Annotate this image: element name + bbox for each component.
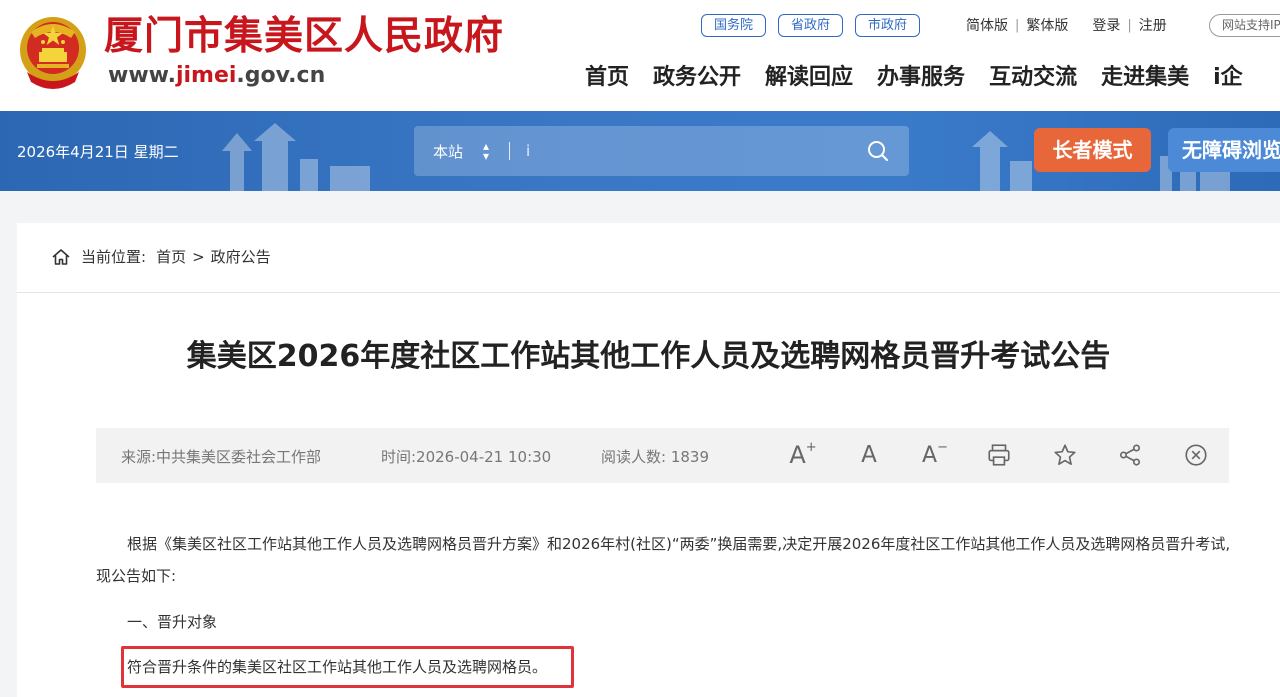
article-time: 时间:2026-04-21 10:30	[381, 448, 552, 466]
breadcrumb: 当前位置: 首页 > 政府公告	[51, 246, 271, 267]
highlighted-text: 符合晋升条件的集美区社区工作站其他工作人员及选聘网格员。	[127, 658, 548, 676]
search-scope-select[interactable]: 本站	[433, 141, 463, 162]
section-heading: 一、晋升对象	[127, 613, 218, 631]
font-shrink-icon[interactable]: A −	[922, 440, 948, 468]
ipv6-badge: 网站支持IPv6	[1209, 14, 1280, 37]
nav-interpretation[interactable]: 解读回应	[765, 62, 853, 94]
article-paragraph: 根据《集美区社区工作站其他工作人员及选聘网格员晋升方案》和2026年村(社区)“…	[96, 535, 1231, 585]
article-meta-bar: 来源:中共集美区委社会工作部 时间:2026-04-21 10:30 阅读人数:…	[96, 428, 1229, 483]
updown-arrow-icon[interactable]: ▴ ▾	[481, 140, 491, 162]
search-bar: 本站 ▴ ▾	[414, 126, 909, 176]
nav-home[interactable]: 首页	[585, 62, 629, 94]
breadcrumb-separator: >	[192, 247, 205, 266]
content-card: 当前位置: 首页 > 政府公告 集美区2026年度社区工作站其他工作人员及选聘网…	[17, 223, 1280, 697]
city-gov-link[interactable]: 市政府	[855, 14, 921, 37]
site-header: 厦门市集美区人民政府 www.jimei.gov.cn 国务院 省政府 市政府 …	[0, 0, 1280, 111]
traditional-chinese-link[interactable]: 繁体版	[1026, 15, 1068, 35]
breadcrumb-home[interactable]: 首页	[156, 246, 186, 267]
font-enlarge-icon[interactable]: A +	[789, 440, 816, 470]
breadcrumb-current[interactable]: 政府公告	[211, 246, 271, 267]
state-council-link[interactable]: 国务院	[701, 14, 767, 37]
reads-count: 1839	[670, 448, 710, 466]
login-link[interactable]: 登录	[1092, 15, 1120, 35]
gov-links: 国务院 省政府 市政府	[701, 14, 921, 37]
article-reads: 阅读人数: 1839	[601, 446, 709, 467]
elder-mode-button[interactable]: 长者模式	[1034, 128, 1151, 172]
nav-enterprise[interactable]: i企	[1213, 62, 1243, 94]
search-icon[interactable]	[867, 140, 889, 162]
province-gov-link[interactable]: 省政府	[778, 14, 844, 37]
nav-about-jimei[interactable]: 走进集美	[1101, 62, 1189, 94]
nav-services[interactable]: 办事服务	[877, 62, 965, 94]
simplified-chinese-link[interactable]: 简体版	[966, 15, 1008, 35]
current-date: 2026年4月21日 星期二	[17, 143, 179, 161]
accessibility-button[interactable]: 无障碍浏览	[1168, 128, 1280, 172]
reads-label: 阅读人数:	[601, 448, 667, 466]
divider	[17, 292, 1280, 293]
share-icon[interactable]	[1117, 442, 1143, 468]
site-url-suffix: .gov.cn	[236, 63, 326, 88]
nav-interaction[interactable]: 互动交流	[989, 62, 1077, 94]
star-icon[interactable]	[1052, 442, 1078, 468]
search-input[interactable]	[526, 136, 846, 166]
national-emblem-icon[interactable]	[17, 12, 89, 92]
site-url-prefix: www.	[108, 63, 176, 88]
close-icon[interactable]	[1183, 442, 1209, 468]
divider: |	[1015, 17, 1020, 33]
site-title[interactable]: 厦门市集美区人民政府	[104, 12, 504, 60]
breadcrumb-label: 当前位置:	[81, 248, 147, 266]
site-url-highlight: jimei	[175, 63, 237, 88]
font-default-icon[interactable]: A	[856, 442, 882, 468]
print-icon[interactable]	[986, 442, 1012, 468]
utility-links: 简体版 | 繁体版 登录 | 注册	[966, 15, 1167, 35]
divider: |	[1127, 17, 1132, 33]
banner: 2026年4月21日 星期二 本站 ▴▾ 长者模式 无障碍浏览	[0, 111, 1280, 191]
divider	[509, 142, 510, 160]
home-icon	[52, 248, 70, 265]
article-title: 集美区2026年度社区工作站其他工作人员及选聘网格员晋升考试公告	[186, 339, 1111, 374]
site-url: www.jimei.gov.cn	[108, 62, 325, 90]
main-nav: 首页 政务公开 解读回应 办事服务 互动交流 走进集美 i企	[585, 62, 1243, 94]
register-link[interactable]: 注册	[1139, 15, 1167, 35]
article-source: 来源:中共集美区委社会工作部	[121, 448, 322, 466]
nav-gov-affairs[interactable]: 政务公开	[653, 62, 741, 94]
